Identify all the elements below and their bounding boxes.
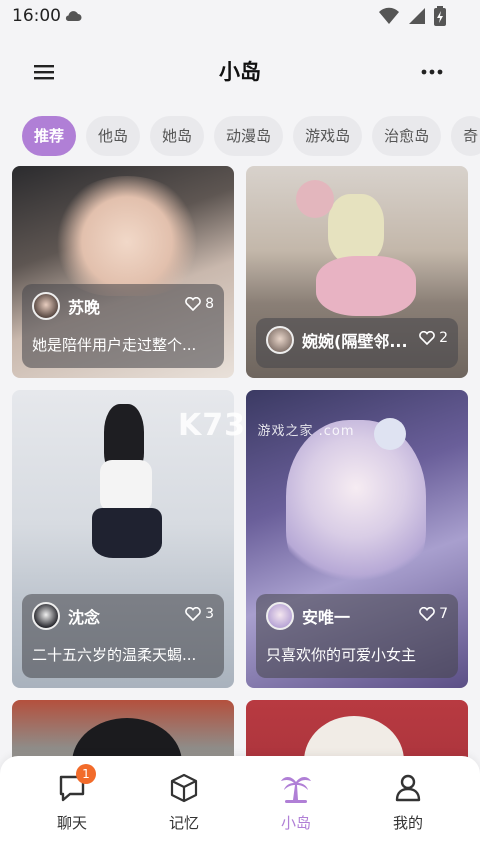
character-name: 沈念 — [68, 608, 101, 627]
avatar — [32, 292, 60, 320]
more-icon — [421, 69, 443, 75]
character-photo — [52, 176, 202, 296]
tab-healing-island[interactable]: 治愈岛 — [372, 116, 442, 156]
page-title: 小岛 — [219, 60, 261, 84]
bottom-nav: 1 聊天 记忆 小岛 我的 — [0, 756, 480, 854]
tab-recommend[interactable]: 推荐 — [22, 116, 77, 156]
more-button[interactable] — [420, 60, 448, 84]
island-feed: 苏晚 8 她是陪伴用户走过整个... 婉婉(隔壁邻... 2 沈念 3 二十五六… — [0, 166, 480, 766]
like-count-value: 3 — [205, 606, 214, 622]
nav-label: 记忆 — [168, 814, 199, 832]
character-photo — [328, 194, 384, 264]
character-photo — [286, 420, 426, 590]
menu-button[interactable] — [32, 60, 60, 84]
category-tabs: 推荐 他岛 她岛 动漫岛 游戏岛 治愈岛 奇 — [22, 116, 480, 156]
heart-icon — [419, 607, 435, 621]
wifi-icon — [378, 7, 400, 29]
tab-her-island[interactable]: 她岛 — [150, 116, 205, 156]
tab-anime-island[interactable]: 动漫岛 — [214, 116, 284, 156]
watermark: K73 游戏之家 .com — [178, 408, 354, 443]
card-info: 沈念 3 二十五六岁的温柔天蝎... — [22, 594, 224, 678]
nav-memory[interactable]: 记忆 — [144, 772, 224, 833]
flower-ornament — [374, 418, 406, 450]
character-desc: 她是陪伴用户走过整个... — [32, 336, 197, 354]
signal-icon — [408, 7, 426, 29]
heart-icon — [185, 607, 201, 621]
character-name: 苏晚 — [68, 298, 101, 317]
nav-label: 小岛 — [280, 814, 311, 832]
character-photo — [100, 460, 152, 512]
nav-chat[interactable]: 1 聊天 — [32, 764, 112, 833]
heart-icon — [419, 331, 435, 345]
nav-label: 我的 — [392, 814, 423, 832]
ball — [296, 180, 334, 218]
person-icon — [395, 774, 421, 802]
like-count[interactable]: 8 — [185, 296, 214, 312]
status-time: 16:00 — [12, 6, 61, 26]
like-count-value: 8 — [205, 296, 214, 312]
character-card[interactable]: 婉婉(隔壁邻... 2 — [246, 166, 468, 378]
avatar — [32, 602, 60, 630]
like-count[interactable]: 2 — [419, 330, 448, 346]
character-name: 安唯一 — [302, 608, 351, 627]
character-photo — [316, 256, 416, 316]
cube-icon — [170, 773, 198, 803]
heart-icon — [185, 297, 201, 311]
tab-more-island[interactable]: 奇 — [451, 116, 480, 156]
nav-me[interactable]: 我的 — [368, 772, 448, 833]
character-photo — [92, 508, 162, 558]
watermark-main: K73 — [178, 408, 246, 443]
menu-icon — [34, 65, 54, 80]
watermark-sub: 游戏之家 .com — [257, 424, 355, 439]
like-count-value: 2 — [439, 330, 448, 346]
like-count[interactable]: 7 — [419, 606, 448, 622]
character-card[interactable]: 苏晚 8 她是陪伴用户走过整个... — [12, 166, 234, 378]
top-bar: 小岛 — [0, 44, 480, 98]
character-name: 婉婉(隔壁邻... — [302, 332, 408, 351]
card-info: 苏晚 8 她是陪伴用户走过整个... — [22, 284, 224, 368]
like-count-value: 7 — [439, 606, 448, 622]
battery-icon — [434, 6, 446, 30]
like-count[interactable]: 3 — [185, 606, 214, 622]
character-desc: 二十五六岁的温柔天蝎... — [32, 646, 197, 664]
avatar — [266, 602, 294, 630]
nav-island[interactable]: 小岛 — [256, 772, 336, 833]
avatar — [266, 326, 294, 354]
character-desc: 只喜欢你的可爱小女主 — [266, 646, 417, 664]
status-bar: 16:00 — [0, 0, 480, 34]
unread-badge: 1 — [76, 764, 96, 784]
cloud-icon — [64, 8, 82, 27]
card-info: 婉婉(隔壁邻... 2 — [256, 318, 458, 368]
tab-his-island[interactable]: 他岛 — [86, 116, 141, 156]
card-info: 安唯一 7 只喜欢你的可爱小女主 — [256, 594, 458, 678]
tab-game-island[interactable]: 游戏岛 — [293, 116, 363, 156]
nav-label: 聊天 — [56, 814, 87, 832]
palm-tree-icon — [281, 777, 311, 803]
